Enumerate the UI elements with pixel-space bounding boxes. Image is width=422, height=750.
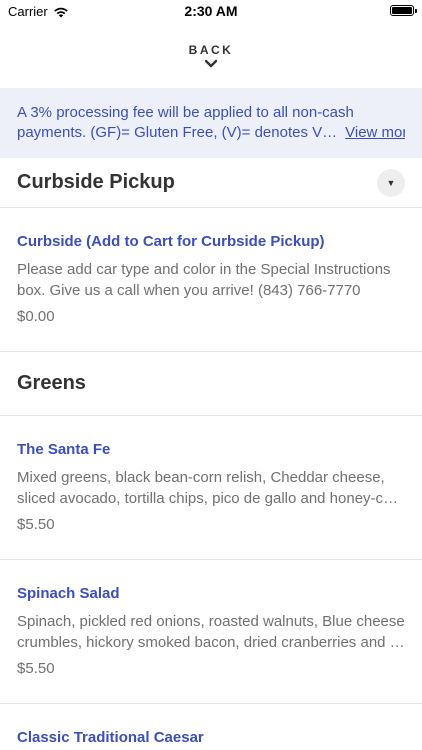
item-description-line-2: box. Give us a call when you arrive! (84… [17, 282, 361, 299]
item-description-line-2: sliced avocado, tortilla chips, pico de … [17, 490, 405, 507]
back-button[interactable]: BACK [0, 22, 422, 88]
section-header-greens: Greens [0, 352, 422, 416]
section-header-curbside: Curbside Pickup ▼ [0, 158, 422, 208]
menu-item[interactable]: Classic Traditional Caesar [0, 704, 422, 750]
item-description-line-1: Mixed greens, black bean-corn relish, Ch… [17, 469, 385, 486]
item-description-line-2: crumbles, hickory smoked bacon, dried cr… [17, 634, 405, 651]
back-label: BACK [188, 42, 234, 57]
status-time: 2:30 AM [184, 3, 238, 19]
item-name: Classic Traditional Caesar [17, 729, 204, 746]
item-name: Curbside (Add to Cart for Curbside Picku… [17, 233, 325, 250]
item-name: Spinach Salad [17, 585, 120, 602]
item-price: $0.00 [17, 308, 55, 325]
item-price: $5.50 [17, 660, 55, 677]
view-more-link[interactable]: View more [345, 124, 405, 141]
item-name: The Santa Fe [17, 441, 111, 458]
chevron-down-icon [204, 59, 218, 67]
menu-item[interactable]: The Santa Fe Mixed greens, black bean-co… [0, 416, 422, 560]
status-bar: Carrier 2:30 AM [0, 0, 422, 22]
item-description-line-1: Please add car type and color in the Spe… [17, 261, 391, 278]
section-title: Greens [17, 372, 86, 394]
battery-icon [390, 5, 417, 16]
notice-line-2: payments. (GF)= Gluten Free, (V)= denote… [17, 123, 405, 143]
processing-fee-notice: A 3% processing fee will be applied to a… [0, 88, 422, 158]
caret-down-icon: ▼ [386, 177, 396, 188]
section-dropdown-button[interactable]: ▼ [377, 168, 405, 197]
notice-line-2-text: payments. (GF)= Gluten Free, (V)= denote… [17, 124, 338, 141]
item-description-line-1: Spinach, pickled red onions, roasted wal… [17, 613, 405, 630]
item-description: Spinach, pickled red onions, roasted wal… [17, 611, 405, 653]
item-description: Mixed greens, black bean-corn relish, Ch… [17, 467, 405, 509]
item-description: Please add car type and color in the Spe… [17, 259, 405, 301]
notice-line-1: A 3% processing fee will be applied to a… [17, 104, 354, 121]
menu-item[interactable]: Spinach Salad Spinach, pickled red onion… [0, 560, 422, 704]
menu-item[interactable]: Curbside (Add to Cart for Curbside Picku… [0, 208, 422, 352]
section-title: Curbside Pickup [17, 171, 175, 193]
item-price: $5.50 [17, 516, 55, 533]
